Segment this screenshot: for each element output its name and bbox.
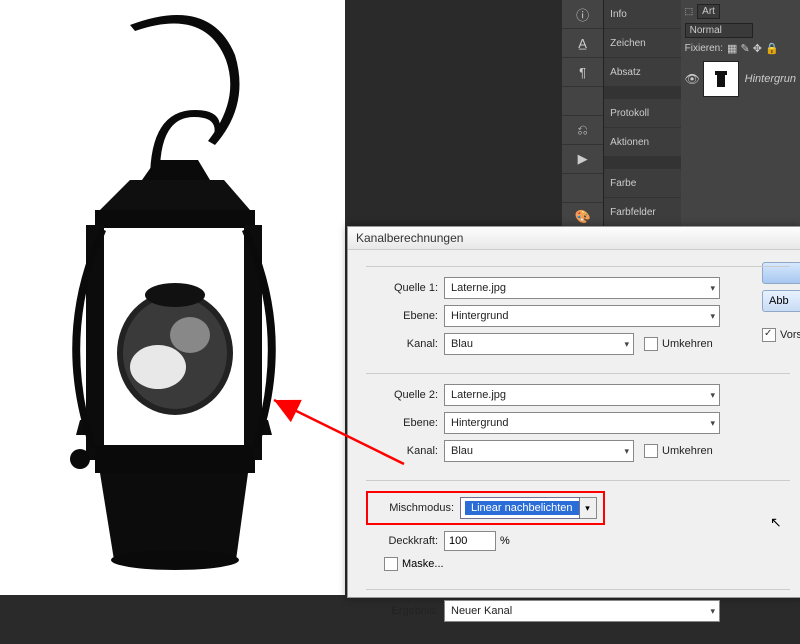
blend-group: Mischmodus: Linear nachbelichten ▾ Deckk…	[366, 480, 790, 583]
mask-label: Maske...	[402, 558, 444, 570]
mask-checkbox[interactable]	[384, 557, 398, 571]
source1-channel-select[interactable]: Blau	[444, 333, 634, 355]
panel-color[interactable]: Farbe	[604, 169, 680, 198]
document-canvas[interactable]	[0, 0, 345, 595]
panel-icon-bar: ⓘ A̲ ¶ ⎌ ▶ 🎨 ▦	[562, 0, 604, 228]
source2-invert-checkbox[interactable]	[644, 444, 658, 458]
info-icon[interactable]: ⓘ	[562, 0, 603, 29]
lantern-artwork	[40, 15, 305, 575]
source1-layer-select[interactable]: Hintergrund	[444, 305, 720, 327]
source1-group: Quelle 1: Laterne.jpg Ebene: Hintergrund…	[366, 266, 790, 367]
spacer	[562, 174, 603, 203]
source1-file-select[interactable]: Laterne.jpg	[444, 277, 720, 299]
layer-name[interactable]: Hintergrun	[745, 73, 796, 85]
dialog-titlebar[interactable]: Kanalberechnungen	[348, 227, 800, 250]
panel-history[interactable]: Protokoll	[604, 99, 680, 128]
blend-mode-select[interactable]: Normal	[685, 23, 753, 38]
history-icon[interactable]: ⎌	[562, 116, 603, 145]
source2-group: Quelle 2: Laterne.jpg Ebene: Hintergrund…	[366, 373, 790, 474]
opacity-input[interactable]: 100	[444, 531, 496, 551]
result-group: Ergebnis: Neuer Kanal	[366, 589, 790, 634]
source1-invert-checkbox[interactable]	[644, 337, 658, 351]
lock-label: Fixieren:	[685, 43, 723, 54]
source2-invert-label: Umkehren	[662, 445, 713, 457]
blend-dropdown-icon[interactable]: ▾	[580, 497, 597, 519]
dialog-title: Kanalberechnungen	[356, 231, 463, 245]
blend-label: Mischmodus:	[374, 502, 454, 514]
opacity-label: Deckkraft:	[366, 535, 438, 547]
layer-row[interactable]: 👁 Hintergrun	[685, 61, 796, 97]
source2-channel-label: Kanal:	[366, 445, 438, 457]
panel-paragraph[interactable]: Absatz	[604, 58, 680, 87]
character-icon[interactable]: A̲	[562, 29, 603, 58]
layer-kind-select[interactable]: Art	[697, 4, 720, 19]
paragraph-icon[interactable]: ¶	[562, 58, 603, 87]
panel-label-bar: Info Zeichen Absatz Protokoll Aktionen F…	[604, 0, 680, 228]
source2-file-select[interactable]: Laterne.jpg	[444, 384, 720, 406]
highlight-annotation: Mischmodus: Linear nachbelichten ▾	[366, 491, 605, 525]
spacer	[604, 157, 680, 169]
cursor-icon: ↖	[770, 514, 782, 531]
result-select[interactable]: Neuer Kanal	[444, 600, 720, 622]
result-label: Ergebnis:	[366, 605, 438, 617]
panel-info[interactable]: Info	[604, 0, 680, 29]
source1-layer-label: Ebene:	[366, 310, 438, 322]
panel-actions[interactable]: Aktionen	[604, 128, 680, 157]
lock-icons[interactable]: ▦ ✎ ✥ 🔒	[727, 42, 779, 55]
layers-panel: ⬚ Art Normal Fixieren: ▦ ✎ ✥ 🔒 👁 Hinterg…	[681, 0, 800, 228]
source2-channel-select[interactable]: Blau	[444, 440, 634, 462]
spacer	[562, 87, 603, 116]
source2-layer-select[interactable]: Hintergrund	[444, 412, 720, 434]
visibility-icon[interactable]: 👁	[685, 72, 697, 86]
source2-label: Quelle 2:	[366, 389, 438, 401]
spacer	[604, 87, 680, 99]
source1-invert-label: Umkehren	[662, 338, 713, 350]
layer-thumbnail[interactable]	[703, 61, 739, 97]
calculations-dialog: Kanalberechnungen Abb Vors Quelle 1: Lat…	[347, 226, 800, 598]
right-panels: ⓘ A̲ ¶ ⎌ ▶ 🎨 ▦ Info Zeichen Absatz Proto…	[562, 0, 800, 228]
actions-icon[interactable]: ▶	[562, 145, 603, 174]
panel-swatches[interactable]: Farbfelder	[604, 198, 680, 227]
source1-label: Quelle 1:	[366, 282, 438, 294]
source2-layer-label: Ebene:	[366, 417, 438, 429]
percent-label: %	[500, 535, 510, 547]
blend-mode-select[interactable]: Linear nachbelichten	[460, 497, 580, 519]
blend-mode-value: Linear nachbelichten	[465, 501, 579, 515]
panel-character[interactable]: Zeichen	[604, 29, 680, 58]
canvas-area	[0, 0, 345, 600]
source1-channel-label: Kanal:	[366, 338, 438, 350]
